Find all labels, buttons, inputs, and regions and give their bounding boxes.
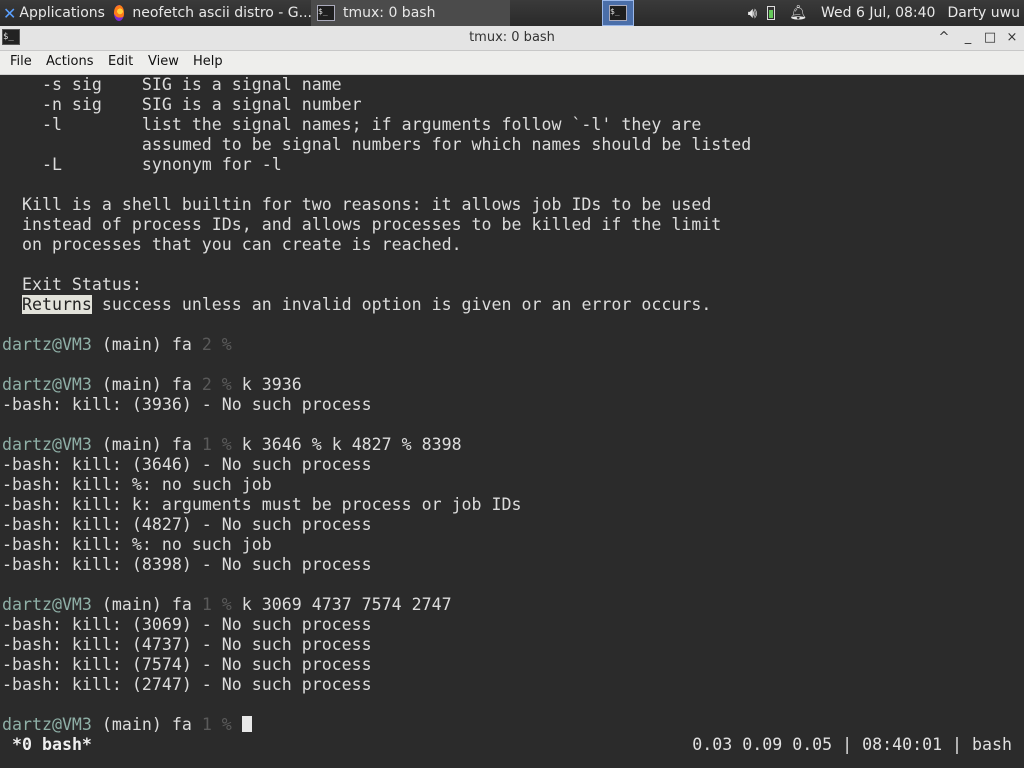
terminal-line: -s sig SIG is a signal name (2, 75, 342, 94)
close-button[interactable]: × (1002, 28, 1022, 48)
menu-edit[interactable]: Edit (108, 54, 133, 69)
taskbar-firefox[interactable]: neofetch ascii distro - G... (108, 0, 312, 26)
terminal-line: Kill is a shell builtin for two reasons:… (2, 195, 712, 214)
terminal-icon: $_ (317, 5, 335, 21)
prompt-line: dartz@VM3 (main) fa 1 % k 3646 % k 4827 … (2, 435, 462, 455)
user-menu[interactable]: Darty uwu (947, 5, 1020, 21)
taskbar-tmux-label: tmux: 0 bash (343, 5, 436, 21)
selected-text: Returns (21, 295, 92, 314)
tmux-window-tab[interactable]: *0 bash* (12, 734, 92, 756)
prompt-number: 1 % (201, 715, 232, 734)
taskbar-firefox-label: neofetch ascii distro - G... (132, 5, 312, 21)
terminal-line: assumed to be signal numbers for which n… (2, 135, 752, 154)
output-line: -bash: kill: %: no such job (2, 535, 272, 554)
prompt-branch: (main) fa (91, 715, 202, 734)
applications-menu[interactable]: ✕ Applications (0, 0, 106, 26)
battery-icon[interactable] (767, 6, 776, 20)
menu-file[interactable]: File (10, 54, 32, 69)
applications-label: Applications (19, 5, 105, 21)
maximize-button[interactable]: □ (980, 28, 1000, 48)
output-line: -bash: kill: (8398) - No such process (2, 555, 372, 574)
prompt-branch: (main) fa (91, 335, 202, 354)
prompt-user-host: dartz@VM3 (2, 715, 92, 734)
terminal-line: Exit Status: (2, 275, 142, 294)
terminal-line: on processes that you can create is reac… (2, 235, 462, 254)
terminal-line: -n sig SIG is a signal number (2, 95, 362, 114)
output-line: -bash: kill: k: arguments must be proces… (2, 495, 522, 514)
terminal-line: -l list the signal names; if arguments f… (2, 115, 702, 134)
system-tray: 🔊︎ 🔔︎ Wed 6 Jul, 08:40 Darty uwu (744, 0, 1024, 26)
shade-button[interactable]: ^ (934, 28, 954, 48)
terminal-line: -L synonym for -l (2, 155, 282, 174)
prompt-user-host: dartz@VM3 (2, 595, 92, 614)
text-cursor (241, 716, 252, 732)
output-line: -bash: kill: (4827) - No such process (2, 515, 372, 534)
clock[interactable]: Wed 6 Jul, 08:40 (821, 5, 935, 21)
output-line: -bash: kill: %: no such job (2, 475, 272, 494)
prompt-line[interactable]: dartz@VM3 (main) fa 1 % (2, 715, 252, 735)
prompt-line: dartz@VM3 (main) fa 2 % (2, 335, 232, 355)
prompt-number: 2 % (201, 335, 232, 354)
command-text: k 3646 % k 4827 % 8398 (231, 435, 462, 454)
prompt-number: 1 % (201, 435, 232, 454)
tmux-status-right: 0.03 0.09 0.05 | 08:40:01 | bash (692, 735, 1012, 754)
terminal-icon: $_ (609, 5, 627, 21)
prompt-user-host: dartz@VM3 (2, 435, 92, 454)
command-text: k 3936 (231, 375, 302, 394)
output-line: -bash: kill: (3646) - No such process (2, 455, 372, 474)
output-line: -bash: kill: (3936) - No such process (2, 395, 372, 414)
terminal-area[interactable]: -s sig SIG is a signal name -n sig SIG i… (0, 75, 1024, 768)
bell-icon[interactable]: 🔔︎ (789, 5, 807, 21)
command-text: k 3069 4737 7574 2747 (231, 595, 452, 614)
prompt-branch: (main) fa (91, 375, 202, 394)
exit-status-text: success unless an invalid option is give… (91, 295, 712, 314)
prompt-user-host: dartz@VM3 (2, 335, 92, 354)
command-text (232, 715, 242, 734)
workspace-switcher[interactable]: $_ (602, 0, 634, 26)
menu-bar: File Actions Edit View Help (0, 51, 1024, 75)
volume-icon[interactable]: 🔊︎ (748, 4, 757, 22)
output-line: -bash: kill: (7574) - No such process (2, 655, 372, 674)
top-panel: ✕ Applications neofetch ascii distro - G… (0, 0, 1024, 26)
output-line: -bash: kill: (4737) - No such process (2, 635, 372, 654)
prompt-line: dartz@VM3 (main) fa 2 % k 3936 (2, 375, 302, 395)
menu-actions[interactable]: Actions (46, 54, 94, 69)
prompt-line: dartz@VM3 (main) fa 1 % k 3069 4737 7574… (2, 595, 452, 615)
firefox-icon (114, 5, 125, 21)
terminal-line: instead of process IDs, and allows proce… (2, 215, 722, 234)
taskbar-tmux[interactable]: $_ tmux: 0 bash (311, 0, 510, 26)
exit-status-line: Returns success unless an invalid option… (2, 295, 711, 315)
menu-help[interactable]: Help (193, 54, 223, 69)
prompt-number: 2 % (201, 375, 232, 394)
output-line: -bash: kill: (3069) - No such process (2, 615, 372, 634)
minimize-button[interactable]: _ (958, 28, 978, 48)
prompt-branch: (main) fa (91, 435, 202, 454)
menu-view[interactable]: View (148, 54, 179, 69)
window-titlebar[interactable]: $_ tmux: 0 bash ^ _ □ × (0, 26, 1024, 51)
prompt-number: 1 % (201, 595, 232, 614)
output-line: -bash: kill: (2747) - No such process (2, 675, 372, 694)
prompt-branch: (main) fa (91, 595, 202, 614)
prompt-user-host: dartz@VM3 (2, 375, 92, 394)
window-title: tmux: 0 bash (469, 30, 555, 45)
xfce-icon: ✕ (3, 3, 17, 23)
